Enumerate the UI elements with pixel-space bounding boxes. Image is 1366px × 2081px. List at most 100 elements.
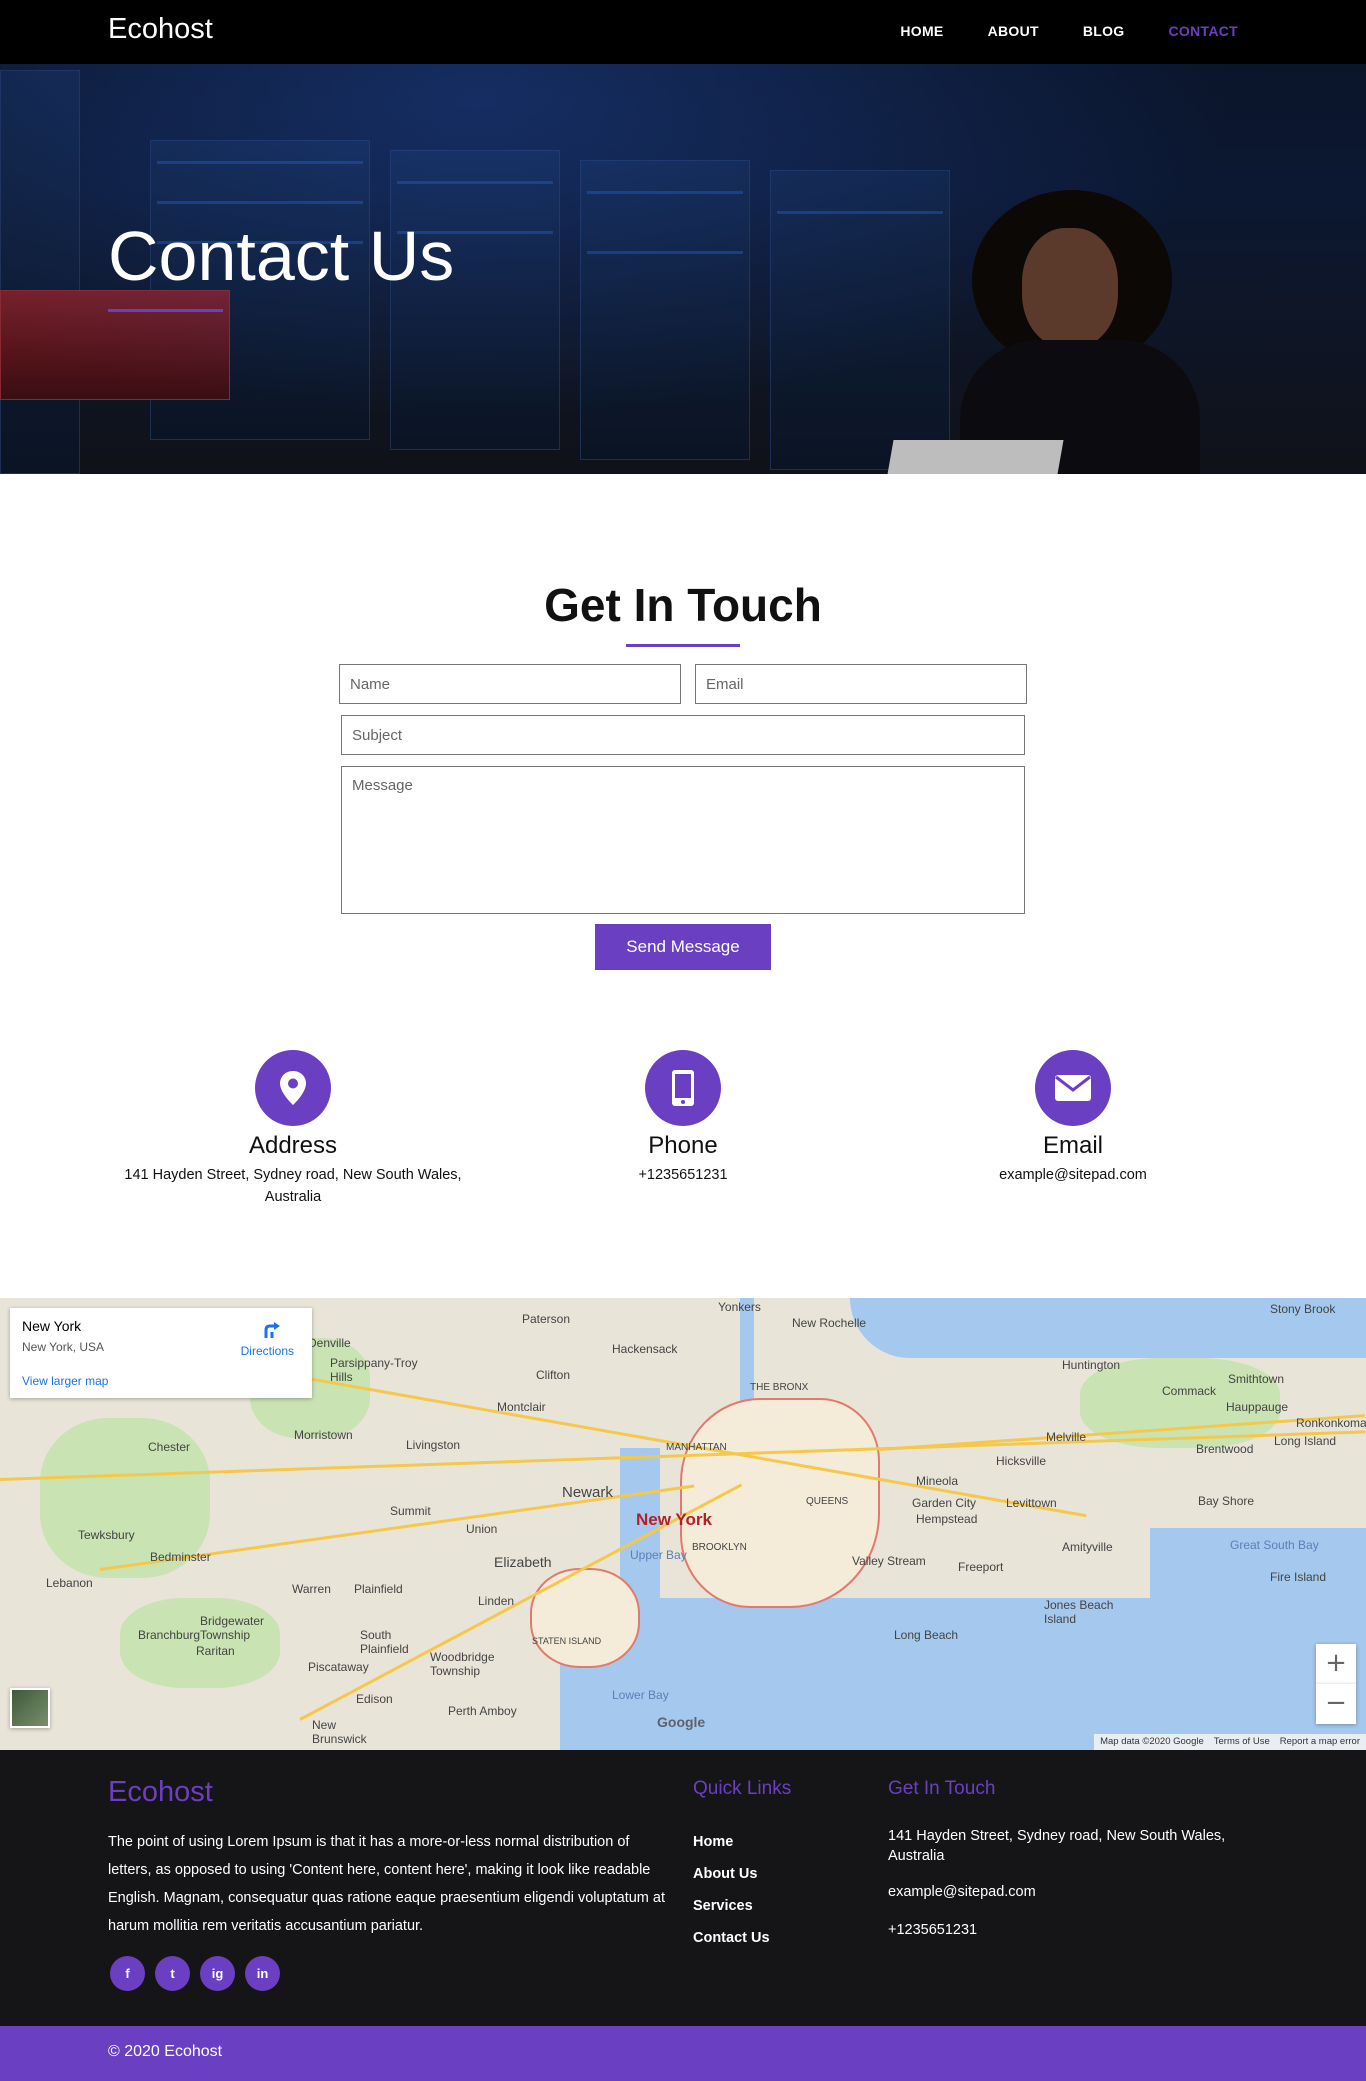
footer-link-services[interactable]: Services xyxy=(693,1898,753,1914)
map-label: Lower Bay xyxy=(612,1688,669,1702)
map-label: Brentwood xyxy=(1196,1442,1254,1456)
footer-about-text: The point of using Lorem Ipsum is that i… xyxy=(108,1834,665,1934)
footer-link-contact[interactable]: Contact Us xyxy=(693,1930,770,1946)
message-field[interactable] xyxy=(341,766,1025,914)
map-label: Levittown xyxy=(1006,1496,1057,1510)
nav-link-about[interactable]: ABOUT xyxy=(988,23,1039,39)
section-title: Get In Touch xyxy=(544,579,822,631)
map-label: Fire Island xyxy=(1270,1570,1327,1584)
map-label: Edison xyxy=(356,1692,393,1706)
top-navbar: Ecohost HOME ABOUT BLOG CONTACT xyxy=(0,0,1366,64)
map-label: BROOKLYN xyxy=(692,1542,747,1553)
instagram-icon[interactable]: ig xyxy=(200,1956,235,1991)
email-block: Email example@sitepad.com xyxy=(883,1050,1263,1186)
map-label: THE BRONX xyxy=(750,1382,809,1393)
send-message-button[interactable]: Send Message xyxy=(595,924,771,970)
copyright-bar: © 2020 Ecohost xyxy=(0,2026,1366,2081)
page-title: Contact Us xyxy=(108,217,455,295)
map-label: Ronkonkoma xyxy=(1296,1416,1366,1430)
embedded-map[interactable]: Yonkers New Rochelle Paterson Hackensack… xyxy=(0,1298,1366,1750)
map-label: MANHATTAN xyxy=(666,1442,727,1453)
linkedin-icon[interactable]: in xyxy=(245,1956,280,1991)
map-terms-link[interactable]: Terms of Use xyxy=(1214,1736,1270,1748)
map-label: Lebanon xyxy=(46,1576,93,1590)
address-title: Address xyxy=(248,1132,338,1159)
subject-field[interactable] xyxy=(341,715,1025,755)
map-label: Perth Amboy xyxy=(448,1704,517,1718)
directions-icon[interactable] xyxy=(262,1320,282,1340)
zoom-out-button[interactable]: − xyxy=(1316,1684,1356,1724)
map-label: STATEN ISLAND xyxy=(532,1636,602,1646)
view-larger-map-link[interactable]: View larger map xyxy=(22,1374,108,1388)
map-label: Garden City xyxy=(912,1496,977,1510)
map-label: Bedminster xyxy=(150,1550,211,1564)
directions-link[interactable]: Directions xyxy=(241,1344,294,1358)
map-label: Valley Stream xyxy=(852,1554,926,1568)
footer-email[interactable]: example@sitepad.com xyxy=(888,1882,1268,1902)
map-label: Hempstead xyxy=(916,1512,978,1526)
phone-text: +1235651231 xyxy=(638,1167,728,1183)
twitter-icon[interactable]: t xyxy=(155,1956,190,1991)
map-label: Denville xyxy=(308,1336,351,1350)
map-label: Montclair xyxy=(497,1400,546,1414)
satellite-toggle[interactable] xyxy=(10,1688,50,1728)
map-place-subtitle: New York, USA xyxy=(22,1340,105,1354)
envelope-icon xyxy=(1035,1050,1111,1126)
email-text: example@sitepad.com xyxy=(999,1167,1147,1183)
map-report-link[interactable]: Report a map error xyxy=(1280,1736,1360,1748)
map-data-credit: Map data ©2020 Google xyxy=(1100,1736,1204,1747)
map-label: Paterson xyxy=(522,1312,571,1326)
map-place-card: New York New York, USA View larger map D… xyxy=(10,1308,312,1398)
map-label: Long Beach xyxy=(894,1628,959,1642)
phone-title: Phone xyxy=(648,1132,718,1159)
map-label: Piscataway xyxy=(308,1660,369,1674)
title-underline xyxy=(108,309,223,312)
map-footer-bar: Map data ©2020 Google Terms of Use Repor… xyxy=(1094,1734,1366,1750)
nav-link-contact[interactable]: CONTACT xyxy=(1169,23,1239,39)
map-label: Yonkers xyxy=(718,1300,761,1314)
phone-icon xyxy=(645,1050,721,1126)
site-footer: Ecohost The point of using Lorem Ipsum i… xyxy=(0,1750,1366,2026)
name-field[interactable] xyxy=(339,664,681,704)
map-label: Linden xyxy=(478,1594,515,1608)
address-text: 141 Hayden Street, Sydney road, New Sout… xyxy=(124,1167,462,1205)
map-label: Stony Brook xyxy=(1270,1302,1336,1316)
map-label: Elizabeth xyxy=(494,1554,552,1570)
footer-link-home[interactable]: Home xyxy=(693,1834,733,1850)
map-label: Smithtown xyxy=(1228,1372,1285,1386)
map-label: Commack xyxy=(1162,1384,1217,1398)
footer-brand[interactable]: Ecohost xyxy=(108,1776,213,1809)
hero-person-image xyxy=(886,190,1200,474)
map-label: Bridgewater Township xyxy=(200,1614,265,1642)
map-label: Summit xyxy=(390,1504,431,1518)
map-label: Warren xyxy=(292,1582,331,1596)
hero-banner: Contact Us xyxy=(0,0,1366,474)
map-label: Great South Bay xyxy=(1230,1538,1319,1552)
nav-link-blog[interactable]: BLOG xyxy=(1083,23,1125,39)
section-underline xyxy=(626,644,740,647)
footer-link-about[interactable]: About Us xyxy=(693,1866,757,1882)
map-label: Hicksville xyxy=(996,1454,1047,1468)
map-label: New Brunswick xyxy=(312,1718,367,1746)
map-label: Mineola xyxy=(916,1474,959,1488)
brand-logo[interactable]: Ecohost xyxy=(108,13,213,46)
map-label: Plainfield xyxy=(354,1582,403,1596)
footer-phone[interactable]: +1235651231 xyxy=(888,1920,1268,1940)
email-field[interactable] xyxy=(695,664,1027,704)
map-label: QUEENS xyxy=(806,1496,849,1507)
map-label: South Plainfield xyxy=(360,1628,409,1656)
map-place-title: New York xyxy=(22,1318,82,1334)
zoom-in-button[interactable]: + xyxy=(1316,1644,1356,1684)
footer-contact-title: Get In Touch xyxy=(888,1778,996,1799)
copyright-text: © 2020 Ecohost xyxy=(108,2043,223,2060)
address-block: Address 141 Hayden Street, Sydney road, … xyxy=(103,1050,483,1208)
map-label: Freeport xyxy=(958,1560,1004,1574)
map-label: Newark xyxy=(562,1484,613,1501)
social-links: f t ig in xyxy=(110,1956,280,1991)
map-label: Melville xyxy=(1046,1430,1087,1444)
map-label: Hackensack xyxy=(612,1342,678,1356)
quick-links-title: Quick Links xyxy=(693,1778,792,1799)
facebook-icon[interactable]: f xyxy=(110,1956,145,1991)
nav-link-home[interactable]: HOME xyxy=(900,23,943,39)
map-label: Tewksbury xyxy=(78,1528,135,1542)
